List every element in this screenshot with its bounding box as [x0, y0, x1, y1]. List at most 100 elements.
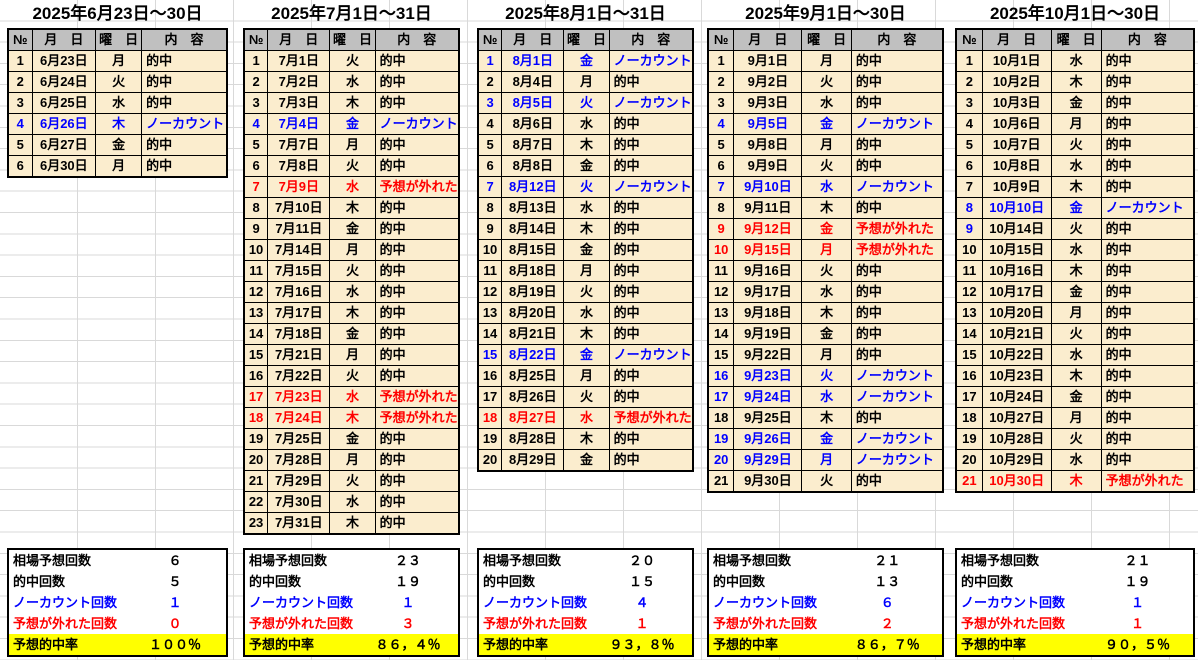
cell-weekday[interactable]: 木 — [1050, 260, 1102, 282]
cell-weekday[interactable]: 水 — [329, 281, 376, 303]
cell-result[interactable]: ノーカウント — [141, 113, 228, 135]
cell-row-number[interactable]: 3 — [707, 92, 735, 114]
summary-value[interactable]: ５ — [124, 571, 227, 592]
cell-date[interactable]: 7月16日 — [267, 281, 331, 303]
cell-date[interactable]: 9月2日 — [733, 71, 803, 93]
col-header-weekday[interactable]: 曜 日 — [329, 28, 376, 51]
cell-result[interactable]: 的中 — [1100, 176, 1195, 198]
cell-result[interactable]: 的中 — [1100, 239, 1195, 261]
cell-date[interactable]: 10月9日 — [981, 176, 1052, 198]
cell-weekday[interactable]: 金 — [801, 218, 852, 240]
summary-value[interactable]: ２１ — [1082, 549, 1194, 571]
summary-label[interactable]: 的中回数 — [708, 571, 833, 592]
cell-date[interactable]: 10月15日 — [981, 239, 1052, 261]
summary-label[interactable]: 予想が外れた回数 — [478, 613, 592, 634]
cell-result[interactable]: 的中 — [374, 512, 460, 535]
summary-label[interactable]: ノーカウント回数 — [8, 592, 124, 613]
summary-value[interactable]: ８６，４％ — [357, 634, 459, 656]
cell-weekday[interactable]: 水 — [801, 281, 852, 303]
cell-result[interactable]: ノーカウント — [608, 92, 694, 114]
cell-weekday[interactable]: 金 — [95, 134, 143, 156]
summary-value[interactable]: ９３，８％ — [591, 634, 693, 656]
cell-result[interactable]: 的中 — [141, 71, 228, 93]
cell-date[interactable]: 8月8日 — [501, 155, 565, 177]
cell-row-number[interactable]: 19 — [955, 428, 983, 450]
col-header-date[interactable]: 月 日 — [981, 28, 1052, 51]
cell-date[interactable]: 8月15日 — [501, 239, 565, 261]
cell-row-number[interactable]: 8 — [243, 197, 269, 219]
cell-date[interactable]: 7月17日 — [267, 302, 331, 324]
cell-weekday[interactable]: 木 — [563, 323, 610, 345]
cell-result[interactable]: ノーカウント — [850, 113, 944, 135]
cell-row-number[interactable]: 13 — [955, 302, 983, 324]
cell-weekday[interactable]: 金 — [1050, 386, 1102, 408]
cell-date[interactable]: 9月25日 — [733, 407, 803, 429]
cell-result[interactable]: 的中 — [374, 281, 460, 303]
summary-label[interactable]: 的中回数 — [8, 571, 124, 592]
summary-value[interactable]: ３ — [358, 613, 459, 634]
summary-value[interactable]: １９ — [358, 571, 459, 592]
cell-date[interactable]: 7月30日 — [267, 491, 331, 513]
cell-result[interactable]: 的中 — [1100, 407, 1195, 429]
cell-weekday[interactable]: 火 — [563, 281, 610, 303]
cell-weekday[interactable]: 木 — [801, 197, 852, 219]
cell-result[interactable]: 的中 — [1100, 134, 1195, 156]
summary-value[interactable]: ０ — [124, 613, 227, 634]
cell-date[interactable]: 8月21日 — [501, 323, 565, 345]
cell-weekday[interactable]: 木 — [95, 113, 143, 135]
cell-row-number[interactable]: 18 — [955, 407, 983, 429]
cell-date[interactable]: 10月14日 — [981, 218, 1052, 240]
cell-date[interactable]: 9月29日 — [733, 449, 803, 471]
cell-date[interactable]: 8月22日 — [501, 344, 565, 366]
cell-row-number[interactable]: 22 — [243, 491, 269, 513]
cell-weekday[interactable]: 金 — [1050, 197, 1102, 219]
cell-date[interactable]: 8月27日 — [501, 407, 565, 429]
cell-date[interactable]: 7月18日 — [267, 323, 331, 345]
cell-row-number[interactable]: 7 — [477, 176, 503, 198]
cell-date[interactable]: 7月22日 — [267, 365, 331, 387]
cell-date[interactable]: 8月13日 — [501, 197, 565, 219]
cell-result[interactable]: 的中 — [374, 239, 460, 261]
cell-weekday[interactable]: 木 — [1050, 470, 1102, 493]
summary-value[interactable]: ６ — [833, 592, 943, 613]
summary-value[interactable]: １ — [124, 592, 227, 613]
cell-row-number[interactable]: 9 — [707, 218, 735, 240]
summary-value[interactable]: １ — [592, 613, 693, 634]
cell-result[interactable]: 的中 — [1100, 92, 1195, 114]
cell-result[interactable]: 的中 — [850, 302, 944, 324]
summary-value[interactable]: ９０，５％ — [1082, 634, 1194, 656]
cell-date[interactable]: 9月17日 — [733, 281, 803, 303]
cell-weekday[interactable]: 水 — [801, 176, 852, 198]
cell-row-number[interactable]: 1 — [7, 50, 33, 72]
cell-row-number[interactable]: 17 — [707, 386, 735, 408]
cell-date[interactable]: 10月27日 — [981, 407, 1052, 429]
cell-date[interactable]: 8月28日 — [501, 428, 565, 450]
cell-weekday[interactable]: 火 — [329, 365, 376, 387]
cell-result[interactable]: 的中 — [608, 218, 694, 240]
cell-result[interactable]: 的中 — [608, 323, 694, 345]
summary-label[interactable]: ノーカウント回数 — [244, 592, 358, 613]
cell-date[interactable]: 10月22日 — [981, 344, 1052, 366]
cell-weekday[interactable]: 月 — [95, 155, 143, 178]
cell-result[interactable]: 的中 — [374, 428, 460, 450]
col-header-weekday[interactable]: 曜 日 — [95, 28, 143, 51]
cell-weekday[interactable]: 月 — [801, 134, 852, 156]
cell-result[interactable]: 的中 — [374, 155, 460, 177]
col-header-weekday[interactable]: 曜 日 — [1050, 28, 1102, 51]
cell-date[interactable]: 10月2日 — [981, 71, 1052, 93]
cell-row-number[interactable]: 2 — [477, 71, 503, 93]
cell-date[interactable]: 10月7日 — [981, 134, 1052, 156]
summary-label[interactable]: 予想が外れた回数 — [708, 613, 833, 634]
cell-result[interactable]: 的中 — [1100, 323, 1195, 345]
cell-date[interactable]: 9月23日 — [733, 365, 803, 387]
cell-weekday[interactable]: 水 — [563, 407, 610, 429]
cell-weekday[interactable]: 木 — [563, 428, 610, 450]
cell-weekday[interactable]: 火 — [1050, 323, 1102, 345]
cell-result[interactable]: 的中 — [608, 239, 694, 261]
cell-result[interactable]: 的中 — [608, 134, 694, 156]
cell-row-number[interactable]: 2 — [7, 71, 33, 93]
summary-value[interactable]: １ — [358, 592, 459, 613]
cell-date[interactable]: 9月19日 — [733, 323, 803, 345]
cell-row-number[interactable]: 20 — [955, 449, 983, 471]
summary-label[interactable]: ノーカウント回数 — [708, 592, 833, 613]
